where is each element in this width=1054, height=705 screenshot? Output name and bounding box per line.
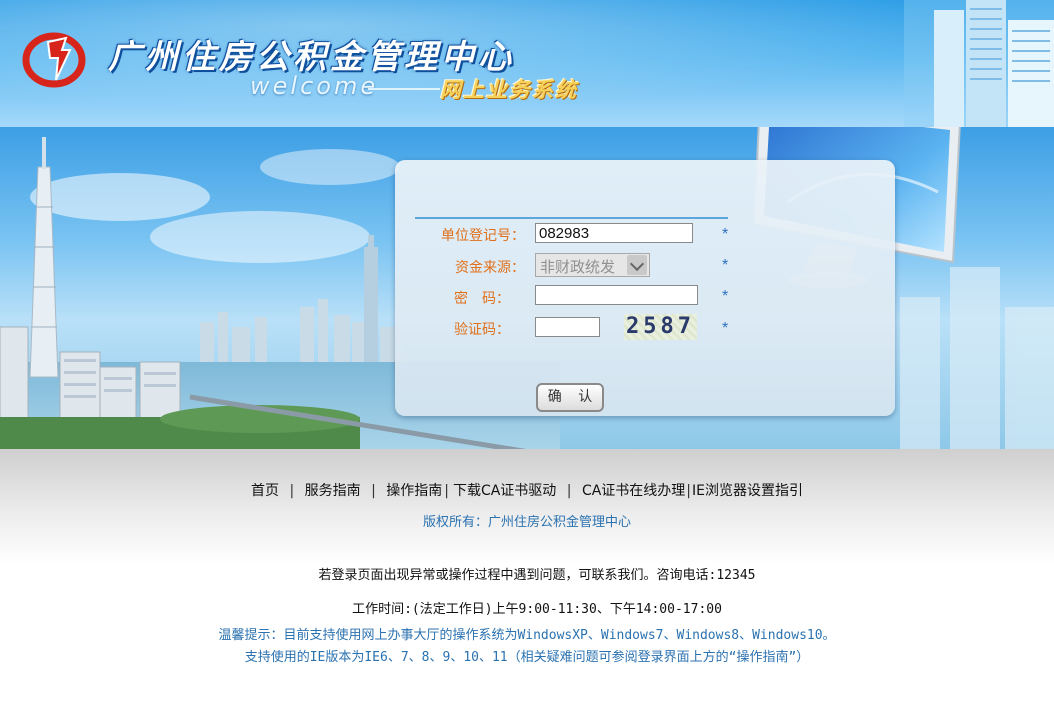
welcome-divider [368,88,440,90]
captcha-required-mark: * [722,320,729,337]
fund-source-label: 资金来源： [455,260,525,276]
logo-icon [22,32,86,88]
working-hours-text: 工作时间:(法定工作日)上午9:00-11:30、下午14:00-17:00 [352,602,722,617]
nav-separator: | [444,483,449,499]
confirm-button[interactable]: 确 认 [536,383,604,412]
fund-source-required-mark: * [722,257,729,274]
fund-source-select[interactable]: 非财政统发 [535,253,650,277]
site-title: 广州住房公积金管理中心 [108,37,515,76]
nav-download-ca-driver-link[interactable]: 下载CA证书驱动 [453,483,556,499]
nav-home-link[interactable]: 首页 [251,483,279,499]
nav-ie-settings-link[interactable]: IE浏览器设置指引 [692,483,803,499]
captcha-input[interactable] [535,317,600,337]
chevron-down-icon[interactable] [627,255,647,275]
nav-operation-guide-link[interactable]: 操作指南 [386,483,442,499]
captcha-label: 验证码： [454,322,510,338]
tip-ie-text: 支持使用的IE版本为IE6、7、8、9、10、11（相关疑难问题可参阅登录界面上… [244,650,810,665]
site-subtitle: 网上业务系统 [440,78,578,102]
unit-number-input[interactable] [535,223,693,243]
site-header: 广州住房公积金管理中心 welcome 网上业务系统 [0,0,1054,127]
header-buildings-image [904,0,1054,127]
nav-separator: | [289,483,295,499]
password-label: 密 码： [454,291,510,307]
unit-number-label: 单位登记号： [441,228,525,244]
nav-service-guide-link[interactable]: 服务指南 [305,483,361,499]
nav-separator: | [371,483,376,499]
nav-separator: | [566,483,572,499]
copyright-text: 版权所有：广州住房公积金管理中心 [422,515,631,530]
nav-ca-online-link[interactable]: CA证书在线办理 [582,483,685,499]
footer-nav: 首页 | 服务指南 | 操作指南 | 下载CA证书驱动 | CA证书在线办理|IE浏… [0,480,1054,500]
nav-separator: | [686,483,692,499]
fund-source-selected-value: 非财政统发 [540,258,616,276]
tip-os-text: 温馨提示：目前支持使用网上办事大厅的操作系统为WindowsXP、Windows… [218,628,836,643]
password-required-mark: * [722,288,729,305]
contact-text: 若登录页面出现异常或操作过程中遇到问题，可联系我们。咨询电话:12345 [318,568,756,583]
unit-number-required-mark: * [722,226,729,243]
captcha-image[interactable]: 2587 [624,314,697,340]
login-panel-divider [415,217,728,219]
welcome-text: welcome [250,72,379,100]
password-input[interactable] [535,285,698,305]
